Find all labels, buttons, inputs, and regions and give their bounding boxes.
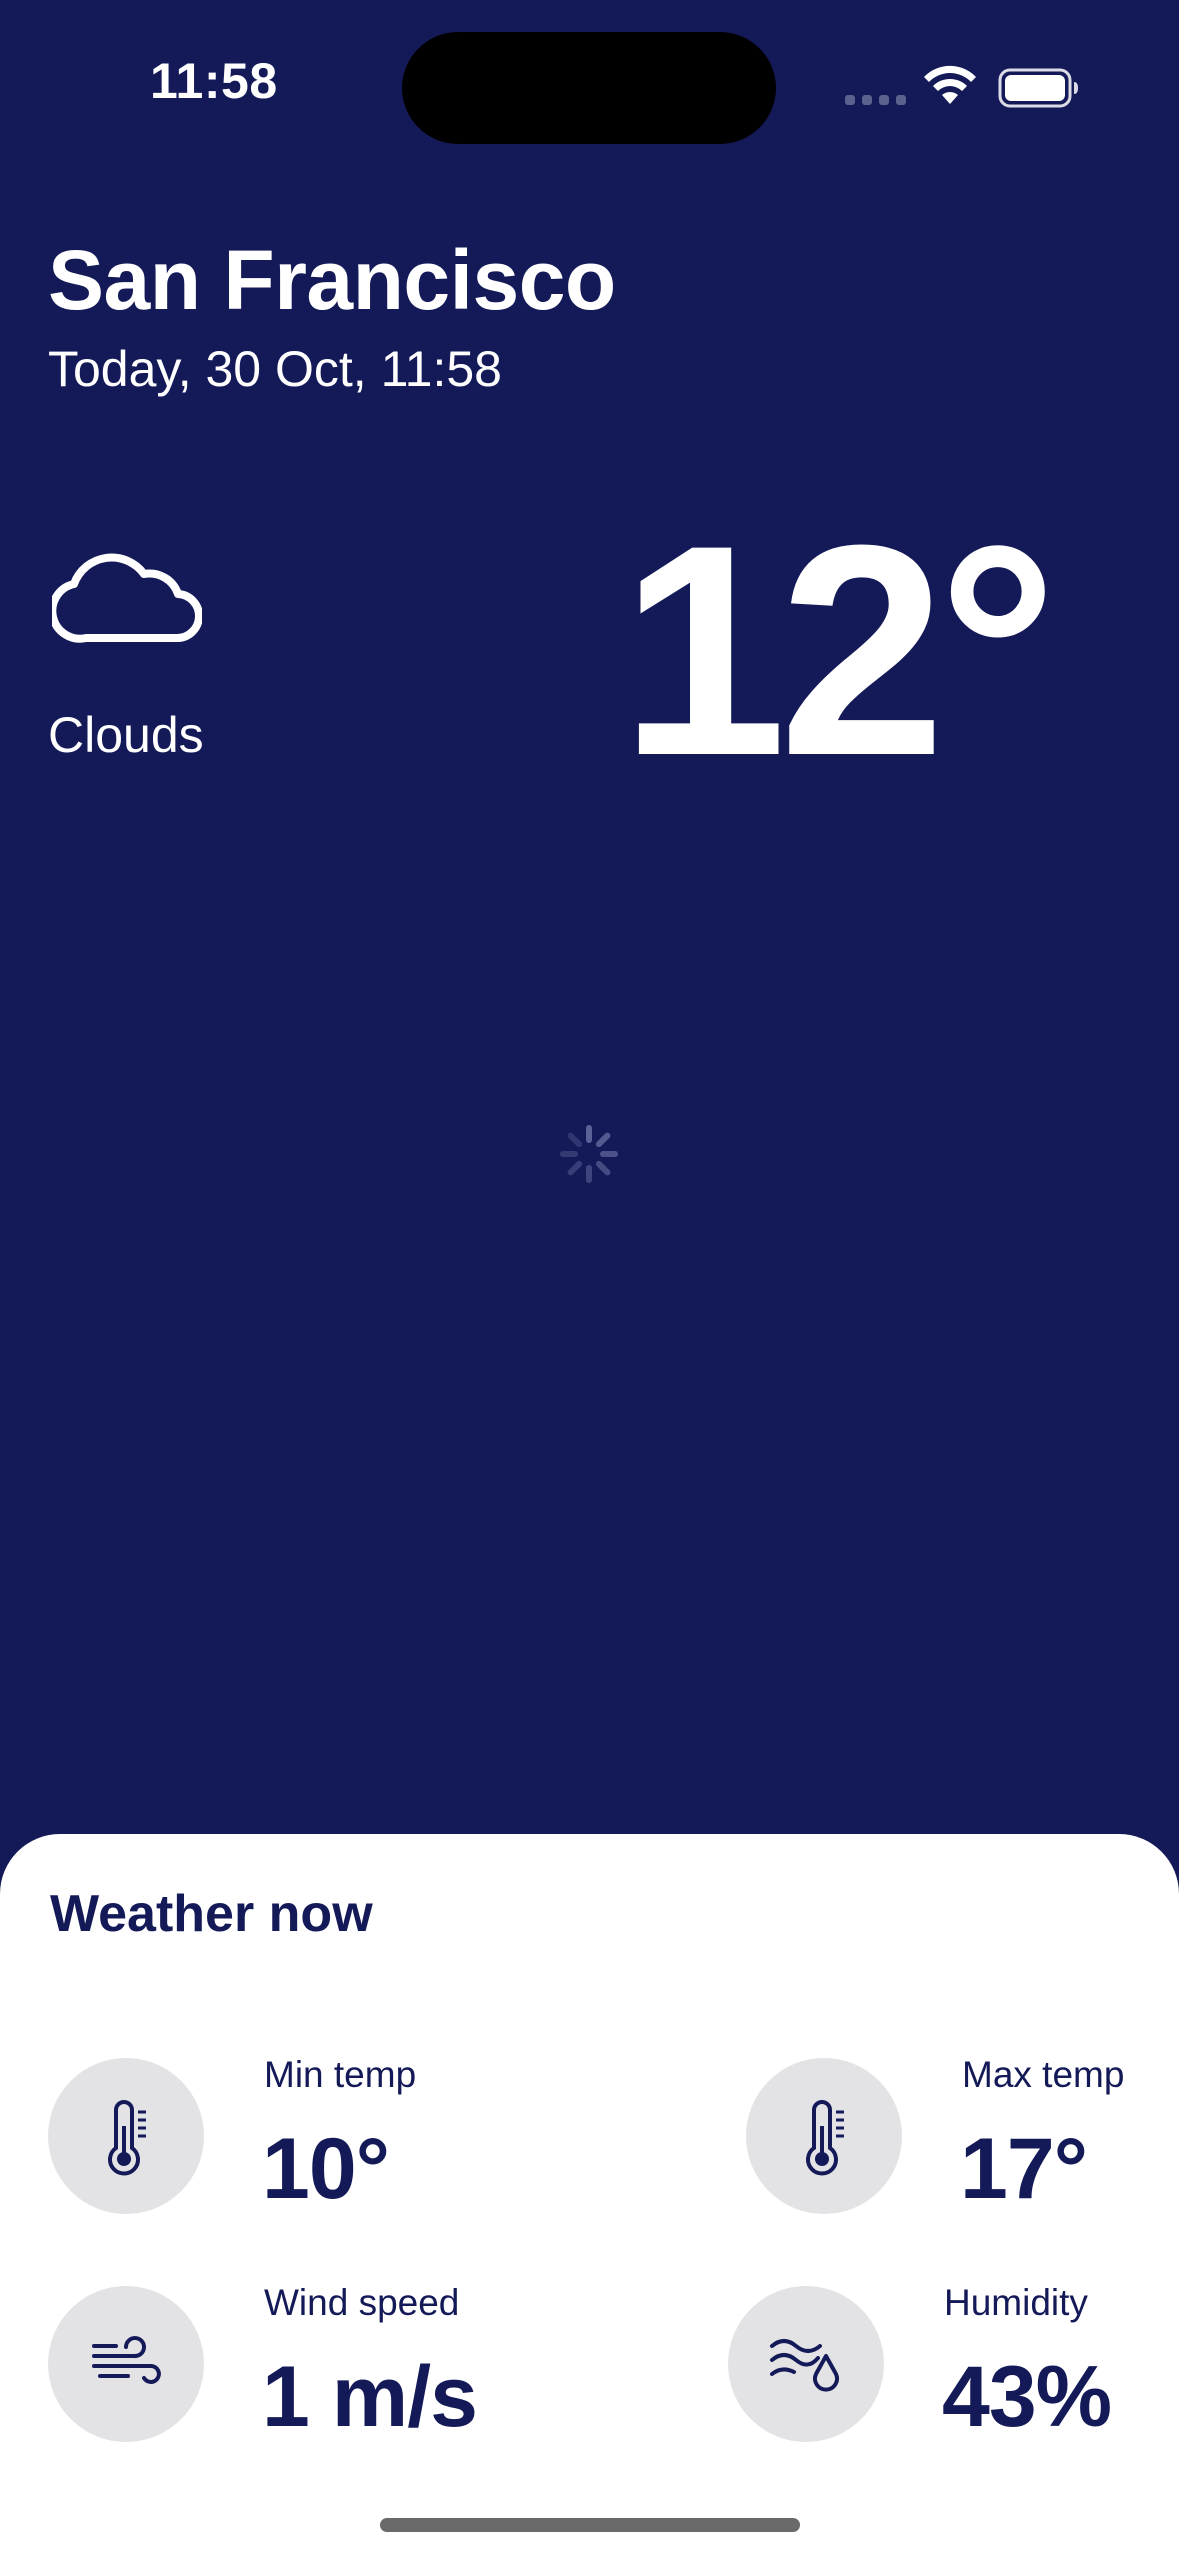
humidity-value: 43% — [942, 2349, 1112, 2445]
min-temp-label: Min temp — [264, 2054, 417, 2095]
home-indicator[interactable] — [380, 2518, 800, 2532]
max-temp-value: 17° — [960, 2121, 1088, 2217]
wifi-icon — [924, 65, 976, 104]
weather-screen: 11:58 San Francisco Today, 30 Oct, 11:58… — [0, 0, 1179, 2556]
spinner-icon — [560, 1125, 618, 1183]
cloud-icon — [52, 553, 202, 643]
current-temperature: 12° — [620, 482, 1058, 818]
weather-condition: Clouds — [48, 707, 204, 763]
battery-icon — [998, 68, 1078, 108]
min-temp-value: 10° — [262, 2121, 390, 2217]
date-time: Today, 30 Oct, 11:58 — [48, 341, 502, 397]
min-temp-icon-circle — [48, 2058, 204, 2214]
wind-speed-value: 1 m/s — [262, 2349, 478, 2445]
status-time: 11:58 — [150, 53, 278, 109]
city-name: San Francisco — [48, 233, 616, 327]
wind-icon — [92, 2336, 161, 2384]
sheet-title: Weather now — [50, 1885, 373, 1943]
max-temp-icon-circle — [746, 2058, 902, 2214]
max-temp-label: Max temp — [962, 2054, 1125, 2095]
cellular-signal-icon — [845, 95, 906, 105]
humidity-label: Humidity — [944, 2282, 1088, 2323]
thermometer-icon — [806, 2100, 844, 2176]
humidity-icon — [770, 2339, 839, 2392]
wind-speed-label: Wind speed — [264, 2282, 460, 2323]
thermometer-icon — [108, 2100, 146, 2176]
humidity-icon-circle — [728, 2286, 884, 2442]
dynamic-island — [402, 32, 776, 144]
wind-speed-icon-circle — [48, 2286, 204, 2442]
